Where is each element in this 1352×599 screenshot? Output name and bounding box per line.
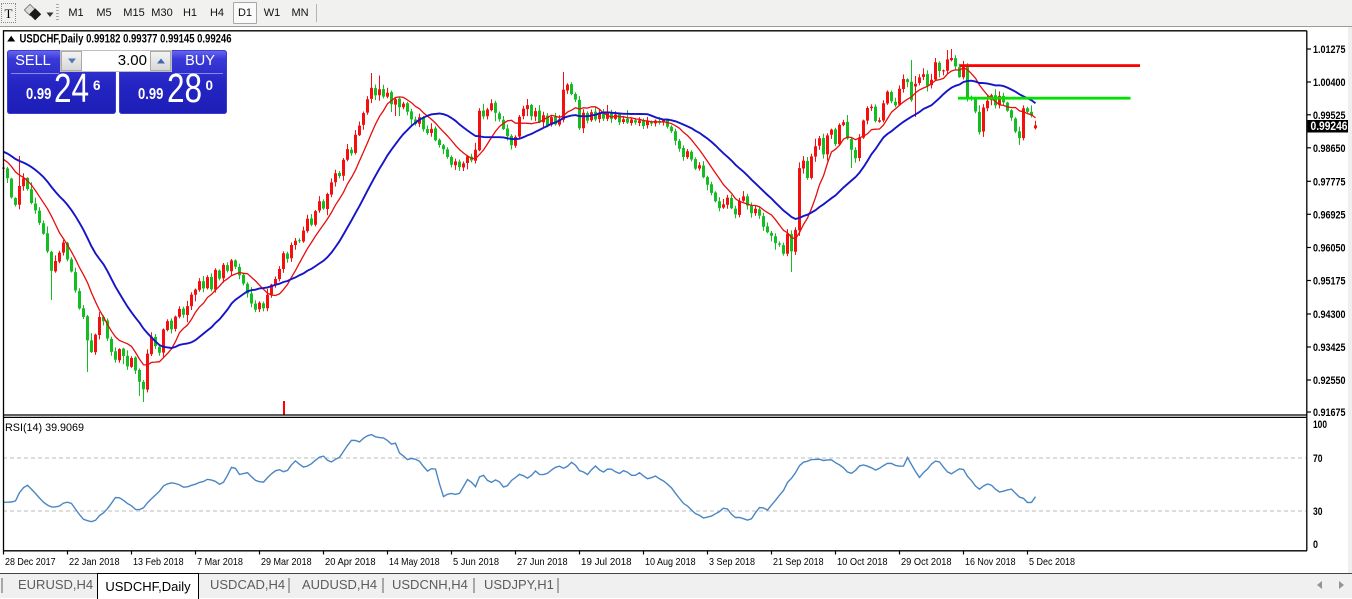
svg-text:20 Apr 2018: 20 Apr 2018 <box>325 556 376 568</box>
svg-text:RSI(14) 39.9069: RSI(14) 39.9069 <box>5 422 84 434</box>
svg-text:7 Mar 2018: 7 Mar 2018 <box>197 556 243 568</box>
svg-text:3 Sep 2018: 3 Sep 2018 <box>709 556 755 568</box>
svg-text:10 Oct 2018: 10 Oct 2018 <box>837 556 888 568</box>
svg-text:0.97775: 0.97775 <box>1313 176 1346 188</box>
svg-text:22 Jan 2018: 22 Jan 2018 <box>69 556 120 568</box>
svg-text:0: 0 <box>1313 539 1318 551</box>
svg-text:0.95175: 0.95175 <box>1313 276 1346 288</box>
svg-text:13 Feb 2018: 13 Feb 2018 <box>133 556 184 568</box>
svg-text:5 Jun 2018: 5 Jun 2018 <box>453 556 499 568</box>
svg-text:USDCHF,Daily 0.99182 0.99377: USDCHF,Daily 0.99182 0.99377 0.99145 0.9… <box>20 34 232 46</box>
svg-text:14 May 2018: 14 May 2018 <box>389 556 440 568</box>
svg-text:1.01275: 1.01275 <box>1313 44 1346 56</box>
svg-text:0.91675: 0.91675 <box>1313 407 1346 419</box>
svg-text:16 Nov 2018: 16 Nov 2018 <box>965 556 1016 568</box>
svg-text:0.94300: 0.94300 <box>1313 309 1346 321</box>
svg-text:0.96050: 0.96050 <box>1313 243 1346 255</box>
svg-text:0.96925: 0.96925 <box>1313 209 1346 221</box>
svg-text:1.00400: 1.00400 <box>1313 77 1346 89</box>
svg-text:0.99246: 0.99246 <box>1311 121 1348 133</box>
svg-text:0.98650: 0.98650 <box>1313 143 1346 155</box>
svg-text:19 Jul 2018: 19 Jul 2018 <box>581 556 632 568</box>
svg-text:29 Oct 2018: 29 Oct 2018 <box>901 556 952 568</box>
svg-text:30: 30 <box>1313 506 1323 518</box>
svg-text:28 Dec 2017: 28 Dec 2017 <box>5 556 56 568</box>
svg-text:29 Mar 2018: 29 Mar 2018 <box>261 556 312 568</box>
svg-text:10 Aug 2018: 10 Aug 2018 <box>645 556 696 568</box>
svg-text:0.93425: 0.93425 <box>1313 342 1346 354</box>
svg-text:0.92550: 0.92550 <box>1313 375 1346 387</box>
svg-text:100: 100 <box>1313 419 1327 431</box>
svg-text:5 Dec 2018: 5 Dec 2018 <box>1029 556 1075 568</box>
svg-text:21 Sep 2018: 21 Sep 2018 <box>773 556 824 568</box>
svg-text:70: 70 <box>1313 453 1323 465</box>
svg-text:27 Jun 2018: 27 Jun 2018 <box>517 556 568 568</box>
